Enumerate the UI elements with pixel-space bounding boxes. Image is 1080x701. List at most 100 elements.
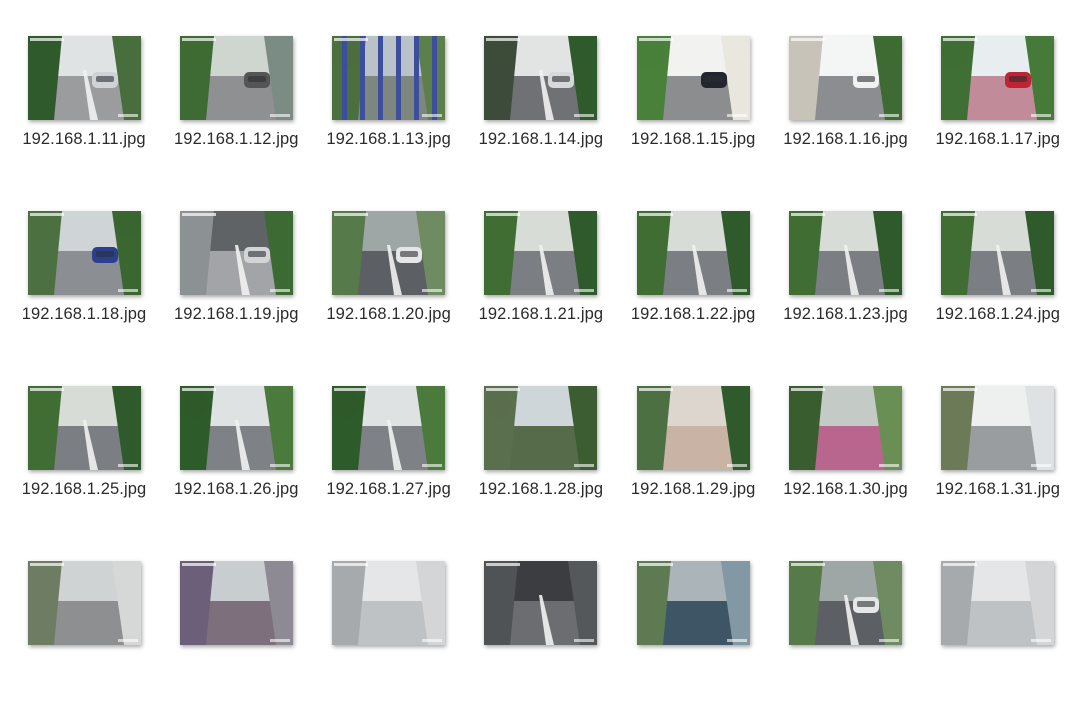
cctv-thumbnail-icon[interactable] [27,211,141,295]
file-name-label: 192.168.1.31.jpg [935,480,1061,498]
file-name-label: 192.168.1.13.jpg [326,130,451,148]
file-item[interactable] [922,561,1074,701]
cctv-thumbnail-icon[interactable] [789,211,902,295]
file-name-label: 192.168.1.20.jpg [326,305,451,323]
cctv-thumbnail-icon[interactable] [789,36,902,120]
cctv-frame-graphic [941,386,1055,470]
file-item[interactable]: 192.168.1.31.jpg [922,386,1074,526]
cctv-thumbnail-icon[interactable] [636,36,750,120]
file-name-label: 192.168.1.15.jpg [630,130,756,148]
file-item[interactable]: 192.168.1.16.jpg [770,36,922,176]
file-item[interactable]: 192.168.1.19.jpg [160,211,312,351]
cctv-frame-graphic [27,386,141,470]
cctv-thumbnail-icon[interactable] [27,561,141,645]
cctv-thumbnail-icon[interactable] [789,386,902,470]
cctv-thumbnail-icon[interactable] [941,36,1055,120]
cctv-frame-graphic [484,211,598,295]
file-grid: 192.168.1.11.jpg 192.168.1.12.jpg 192.168.… [0,0,1080,645]
file-name-label: 192.168.1.23.jpg [783,305,908,323]
cctv-frame-graphic [332,36,446,120]
cctv-frame-graphic [332,561,446,645]
cctv-frame-graphic [27,561,141,645]
cctv-frame-graphic [941,36,1055,120]
cctv-thumbnail-icon[interactable] [332,386,446,470]
cctv-frame-graphic [941,211,1055,295]
file-item[interactable]: 192.168.1.26.jpg [160,386,312,526]
cctv-thumbnail-icon[interactable] [332,211,446,295]
cctv-frame-graphic [636,211,750,295]
cctv-thumbnail-icon[interactable] [941,561,1055,645]
file-item[interactable] [8,561,160,701]
file-name-label: 192.168.1.19.jpg [174,305,299,323]
file-item[interactable]: 192.168.1.28.jpg [465,386,617,526]
file-item[interactable]: 192.168.1.22.jpg [617,211,769,351]
cctv-frame-graphic [636,386,750,470]
cctv-frame-graphic [332,386,446,470]
file-item[interactable]: 192.168.1.25.jpg [8,386,160,526]
cctv-thumbnail-icon[interactable] [332,36,446,120]
cctv-thumbnail-icon[interactable] [179,386,293,470]
file-name-label: 192.168.1.25.jpg [21,480,147,498]
cctv-frame-graphic [179,561,293,645]
file-item[interactable]: 192.168.1.15.jpg [617,36,769,176]
file-item[interactable] [313,561,465,701]
cctv-frame-graphic [941,561,1055,645]
file-name-label: 192.168.1.16.jpg [783,130,908,148]
file-item[interactable]: 192.168.1.11.jpg [8,36,160,176]
cctv-thumbnail-icon[interactable] [789,561,902,645]
file-item[interactable]: 192.168.1.21.jpg [465,211,617,351]
cctv-thumbnail-icon[interactable] [484,36,598,120]
file-name-label: 192.168.1.24.jpg [935,305,1061,323]
cctv-thumbnail-icon[interactable] [484,386,598,470]
cctv-thumbnail-icon[interactable] [27,386,141,470]
file-item[interactable]: 192.168.1.29.jpg [617,386,769,526]
file-item[interactable] [160,561,312,701]
file-item[interactable]: 192.168.1.23.jpg [770,211,922,351]
file-item[interactable]: 192.168.1.27.jpg [313,386,465,526]
file-item[interactable]: 192.168.1.14.jpg [465,36,617,176]
cctv-thumbnail-icon[interactable] [484,561,598,645]
file-name-label: 192.168.1.27.jpg [326,480,451,498]
cctv-frame-graphic [789,386,902,470]
file-item[interactable] [465,561,617,701]
cctv-thumbnail-icon[interactable] [332,561,446,645]
cctv-thumbnail-icon[interactable] [179,211,293,295]
file-name-label: 192.168.1.29.jpg [630,480,756,498]
cctv-frame-graphic [484,386,598,470]
file-name-label: 192.168.1.22.jpg [630,305,756,323]
file-name-label: 192.168.1.21.jpg [478,305,604,323]
cctv-thumbnail-icon[interactable] [27,36,141,120]
cctv-thumbnail-icon[interactable] [484,211,598,295]
cctv-frame-graphic [789,36,902,120]
file-item[interactable]: 192.168.1.13.jpg [313,36,465,176]
cctv-thumbnail-icon[interactable] [636,386,750,470]
cctv-frame-graphic [484,561,598,645]
file-item[interactable]: 192.168.1.17.jpg [922,36,1074,176]
cctv-thumbnail-icon[interactable] [941,386,1055,470]
file-name-label: 192.168.1.14.jpg [478,130,604,148]
file-name-label: 192.168.1.17.jpg [935,130,1061,148]
file-item[interactable] [617,561,769,701]
cctv-frame-graphic [636,561,750,645]
file-name-label: 192.168.1.30.jpg [783,480,908,498]
file-name-label: 192.168.1.12.jpg [174,130,299,148]
cctv-frame-graphic [484,36,598,120]
file-item[interactable]: 192.168.1.30.jpg [770,386,922,526]
cctv-thumbnail-icon[interactable] [636,211,750,295]
file-name-label: 192.168.1.11.jpg [22,130,146,148]
file-item[interactable] [770,561,922,701]
cctv-thumbnail-icon[interactable] [636,561,750,645]
cctv-frame-graphic [636,36,750,120]
cctv-thumbnail-icon[interactable] [941,211,1055,295]
cctv-thumbnail-icon[interactable] [179,36,293,120]
file-name-label: 192.168.1.28.jpg [478,480,604,498]
file-item[interactable]: 192.168.1.20.jpg [313,211,465,351]
cctv-frame-graphic [179,386,293,470]
cctv-frame-graphic [27,211,141,295]
cctv-thumbnail-icon[interactable] [179,561,293,645]
file-item[interactable]: 192.168.1.12.jpg [160,36,312,176]
cctv-frame-graphic [332,211,446,295]
file-item[interactable]: 192.168.1.18.jpg [8,211,160,351]
file-item[interactable]: 192.168.1.24.jpg [922,211,1074,351]
cctv-frame-graphic [179,36,293,120]
